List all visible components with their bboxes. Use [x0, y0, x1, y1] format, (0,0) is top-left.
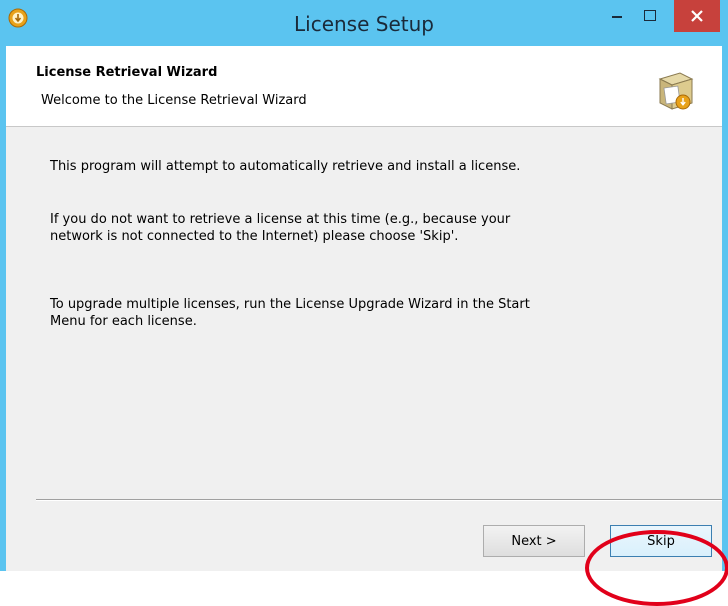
- intro-paragraph: This program will attempt to automatical…: [50, 159, 521, 174]
- license-setup-window: License Setup License Retrieval Wizard W…: [0, 0, 728, 571]
- skip-info-paragraph: If you do not want to retrieve a license…: [50, 212, 511, 244]
- wizard-title: License Retrieval Wizard: [36, 65, 218, 80]
- highlight-annotation: [585, 530, 728, 606]
- title-bar[interactable]: License Setup: [0, 0, 728, 46]
- wizard-header: License Retrieval Wizard Welcome to the …: [6, 46, 722, 127]
- close-icon: [691, 10, 703, 22]
- close-button[interactable]: [674, 0, 720, 32]
- wizard-subtitle: Welcome to the License Retrieval Wizard: [41, 93, 307, 108]
- license-box-icon: [658, 72, 694, 110]
- maximize-button[interactable]: [636, 4, 664, 28]
- upgrade-info-paragraph: To upgrade multiple licenses, run the Li…: [50, 297, 530, 329]
- next-button[interactable]: Next >: [483, 525, 585, 557]
- minimize-button[interactable]: [603, 4, 631, 28]
- wizard-body: This program will attempt to automatical…: [6, 127, 722, 571]
- button-separator: [36, 499, 722, 501]
